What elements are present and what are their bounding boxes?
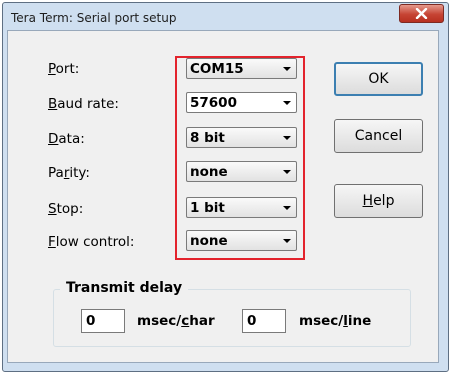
dialog-title: Tera Term: Serial port setup xyxy=(11,11,177,25)
close-button[interactable] xyxy=(399,4,444,23)
baud-rate-label: Baud rate: xyxy=(48,96,119,112)
close-icon xyxy=(415,8,428,19)
data-label: Data: xyxy=(48,131,85,147)
port-label: Port: xyxy=(48,61,80,77)
title-bar[interactable]: Tera Term: Serial port setup xyxy=(3,3,448,33)
transmit-delay-title: Transmit delay xyxy=(60,280,189,296)
cancel-button[interactable]: Cancel xyxy=(334,119,423,153)
stop-label: Stop: xyxy=(48,201,84,217)
msec-char-label: msec/char xyxy=(137,313,215,329)
ok-button[interactable]: OK xyxy=(334,62,423,96)
highlight-rectangle xyxy=(175,56,305,260)
msec-char-input[interactable]: 0 xyxy=(81,309,125,333)
help-button[interactable]: Help xyxy=(334,184,423,218)
msec-line-input[interactable]: 0 xyxy=(242,309,286,333)
parity-label: Parity: xyxy=(48,165,90,181)
msec-line-label: msec/line xyxy=(299,313,372,329)
flow-control-label: Flow control: xyxy=(48,234,135,250)
